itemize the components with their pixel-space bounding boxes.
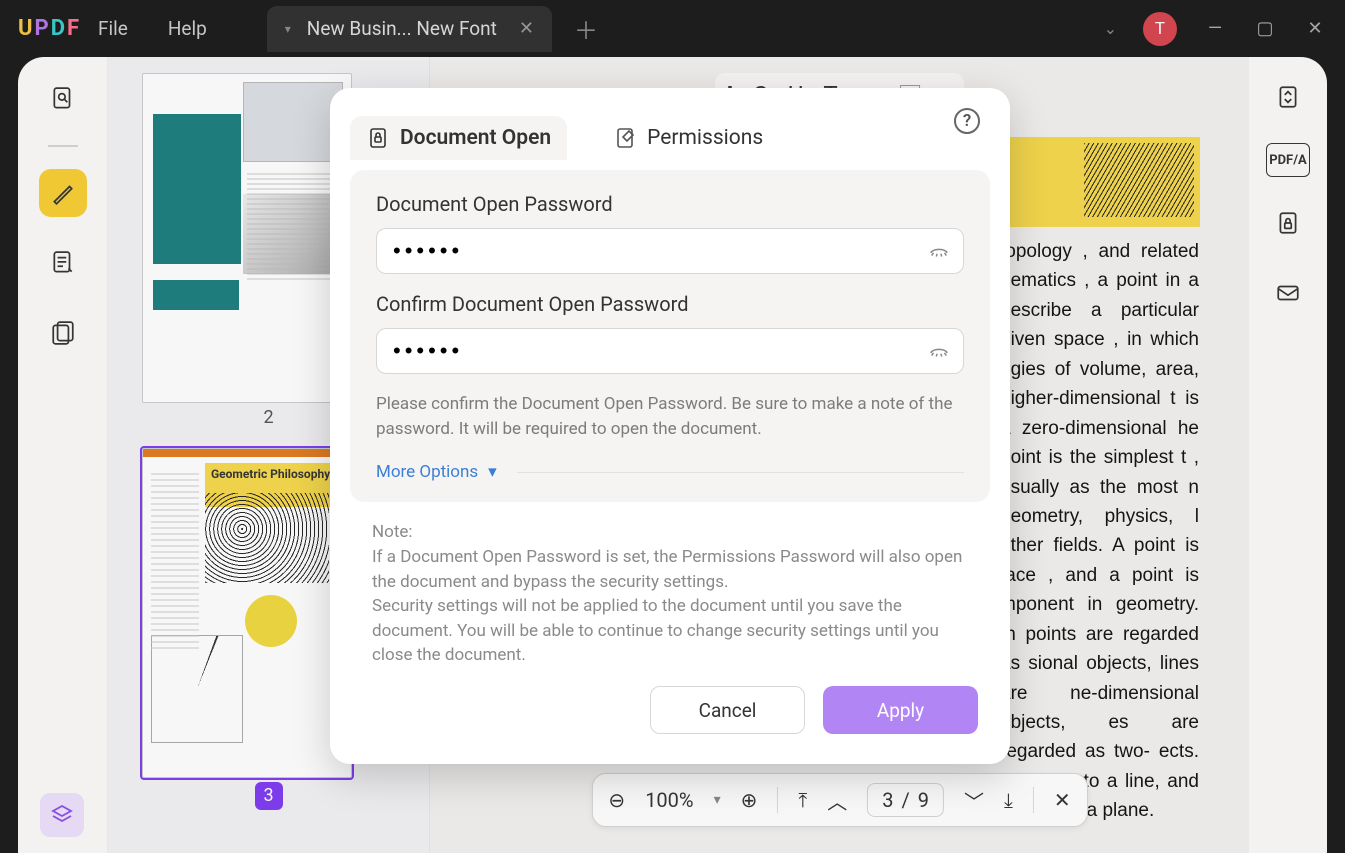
note-body: If a Document Open Password is set, the …	[372, 545, 968, 668]
chevron-down-icon: ▾	[488, 462, 497, 482]
password-input[interactable]	[376, 228, 964, 274]
eye-icon[interactable]	[928, 340, 950, 366]
note-block: Note: If a Document Open Password is set…	[330, 502, 1010, 668]
eye-icon[interactable]	[928, 240, 950, 266]
password-panel: Document Open Password Confirm Document …	[350, 170, 990, 502]
more-options-toggle[interactable]: More Options ▾	[376, 455, 964, 482]
tab-document-open[interactable]: Document Open	[350, 116, 567, 160]
note-label: Note:	[372, 520, 968, 545]
confirm-password-label: Confirm Document Open Password	[376, 292, 964, 316]
modal-tabs: Document Open Permissions	[330, 116, 1010, 170]
tab-permissions[interactable]: Permissions	[597, 116, 779, 160]
help-icon[interactable]: ?	[954, 108, 980, 134]
password-label: Document Open Password	[376, 192, 964, 216]
apply-button[interactable]: Apply	[823, 686, 978, 734]
confirm-password-input[interactable]	[376, 328, 964, 374]
cancel-button[interactable]: Cancel	[650, 686, 805, 734]
password-helper-text: Please confirm the Document Open Passwor…	[376, 392, 964, 441]
password-modal: ? Document Open Permissions Document Ope…	[330, 88, 1010, 764]
